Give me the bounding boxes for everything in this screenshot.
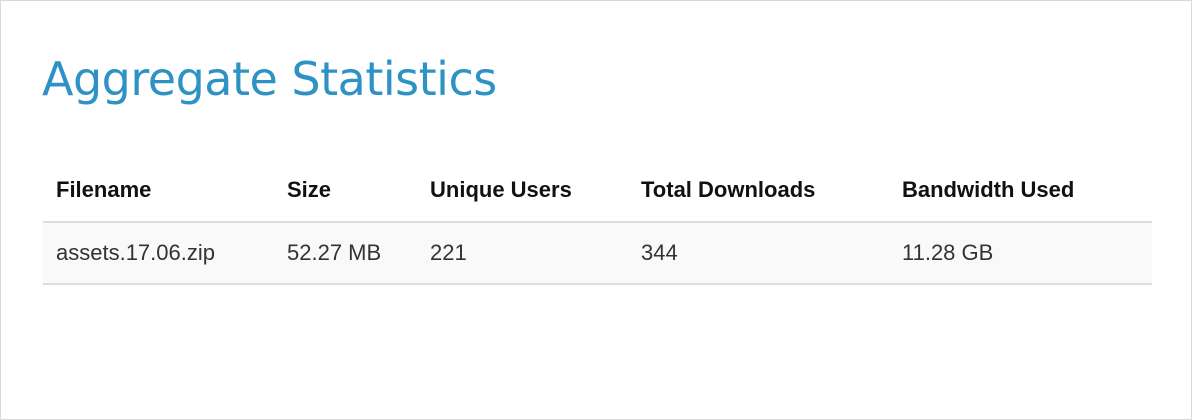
column-header-bandwidth-used: Bandwidth Used (889, 159, 1152, 223)
cell-filename: assets.17.06.zip (43, 222, 274, 285)
cell-bandwidth-used: 11.28 GB (889, 222, 1152, 285)
cell-size: 52.27 MB (274, 222, 417, 285)
page-title: Aggregate Statistics (42, 52, 497, 106)
column-header-size: Size (274, 159, 417, 223)
statistics-table: Filename Size Unique Users Total Downloa… (43, 159, 1152, 285)
table-row: assets.17.06.zip 52.27 MB 221 344 11.28 … (43, 222, 1152, 285)
aggregate-statistics-panel: Aggregate Statistics Filename Size Uniqu… (0, 0, 1192, 420)
cell-unique-users: 221 (417, 222, 628, 285)
column-header-filename: Filename (43, 159, 274, 223)
column-header-total-downloads: Total Downloads (628, 159, 889, 223)
table-header: Filename Size Unique Users Total Downloa… (43, 159, 1152, 223)
cell-total-downloads: 344 (628, 222, 889, 285)
table-body: assets.17.06.zip 52.27 MB 221 344 11.28 … (43, 222, 1152, 285)
table-header-row: Filename Size Unique Users Total Downloa… (43, 159, 1152, 223)
column-header-unique-users: Unique Users (417, 159, 628, 223)
